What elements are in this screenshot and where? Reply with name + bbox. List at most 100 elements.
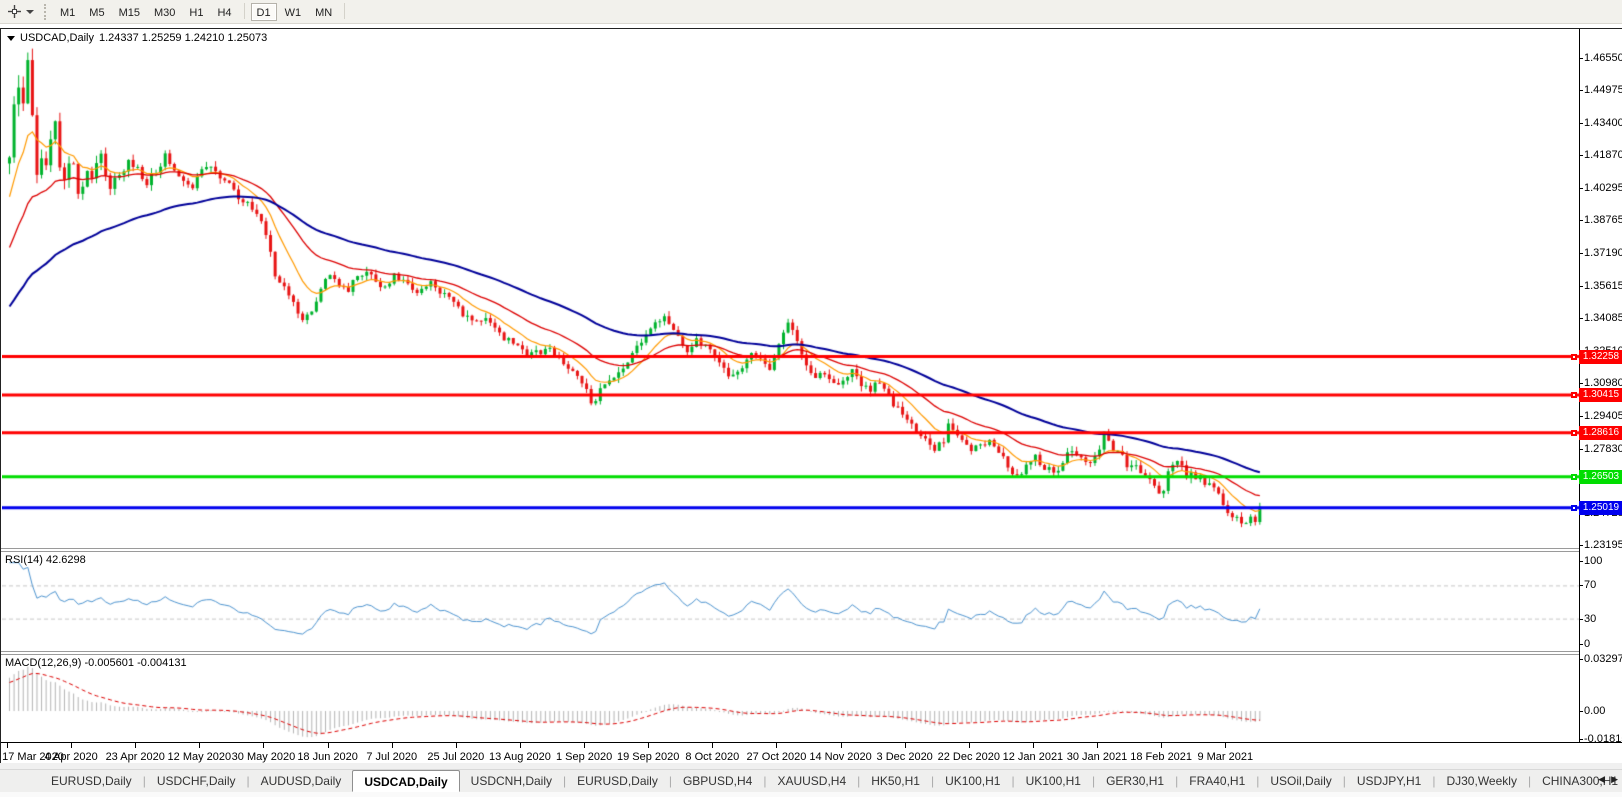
price-tick-label: 1.43400 [1584,117,1622,130]
date-label: 12 Jan 2021 [1003,751,1064,763]
tab-usdcad-daily[interactable]: USDCAD,Daily [352,770,459,792]
date-label: 4 Apr 2020 [45,751,98,763]
date-tick [969,743,970,748]
price-tick-label: 1.35615 [1584,280,1622,293]
date-axis-line [1,742,1622,743]
main-chart-canvas[interactable] [2,29,1579,548]
price-tick-label: 1.29405 [1584,410,1622,423]
chart-ohlc-values: 1.24337 1.25259 1.24210 1.25073 [99,32,267,44]
chart-title: USDCAD,Daily 1.24337 1.25259 1.24210 1.2… [7,32,267,44]
tab-ger30-h1[interactable]: GER30,H1 [1095,770,1175,792]
timeframe-h4-button[interactable]: H4 [211,3,237,21]
date-label: 8 Oct 2020 [685,751,739,763]
tab-scroll-left-icon[interactable]: ◀ [1598,774,1605,785]
hline-tag-1.32258[interactable]: 1.32258 [1579,350,1622,364]
date-tick [1033,743,1034,748]
hline-anchor[interactable] [1571,392,1577,398]
toolbar-grip[interactable] [44,4,47,20]
macd-pane-separator[interactable] [1,651,1579,655]
crosshair-icon [8,5,21,18]
tab-eurusd-daily[interactable]: EURUSD,Daily [40,770,143,792]
date-tick [712,743,713,748]
timeframe-m5-button[interactable]: M5 [83,3,110,21]
tab-uk100-h1[interactable]: UK100,H1 [934,770,1011,792]
date-label: 30 Jan 2021 [1067,751,1128,763]
date-label: 12 May 2020 [168,751,232,763]
tab-usdcnh-daily[interactable]: USDCNH,Daily [460,770,563,792]
date-label: 3 Dec 2020 [877,751,933,763]
price-tick-label: 1.23195 [1584,539,1622,552]
tab-usdjpy-h1[interactable]: USDJPY,H1 [1346,770,1432,792]
date-tick [1225,743,1226,748]
tab-xauusd-h4[interactable]: XAUUSD,H4 [766,770,857,792]
tab-eurusd-daily[interactable]: EURUSD,Daily [566,770,669,792]
tool-dropdown-button[interactable] [24,3,36,21]
date-label: 1 Sep 2020 [556,751,612,763]
date-tick [1097,743,1098,748]
tab-scroll-buttons: ◀ ▶ [1598,774,1618,785]
status-strip [0,792,1622,797]
chevron-down-icon [26,10,34,14]
tab-dj30-weekly[interactable]: DJ30,Weekly [1435,770,1527,792]
date-label: 18 Jun 2020 [297,751,358,763]
timeframe-m1-button[interactable]: M1 [54,3,81,21]
tab-usoil-daily[interactable]: USOil,Daily [1259,770,1342,792]
tab-hk50-h1[interactable]: HK50,H1 [860,770,931,792]
date-label: 22 Dec 2020 [938,751,1000,763]
timeframe-h1-button[interactable]: H1 [183,3,209,21]
date-tick [905,743,906,748]
rsi-pane-canvas[interactable] [2,552,1579,651]
toolbar-separator [244,3,245,19]
macd-tick-label: 0.032972 [1584,653,1622,666]
hline-tag-1.30415[interactable]: 1.30415 [1579,388,1622,402]
timeframe-m15-button[interactable]: M15 [113,3,146,21]
tab-scroll-right-icon[interactable]: ▶ [1611,774,1618,785]
date-tick [328,743,329,748]
top-toolbar: M1M5M15M30H1H4 D1W1MN [0,0,1622,24]
date-tick [71,743,72,748]
tab-audusd-daily[interactable]: AUDUSD,Daily [250,770,353,792]
date-label: 18 Feb 2021 [1130,751,1192,763]
date-label: 13 Aug 2020 [489,751,551,763]
tab-gbpusd-h4[interactable]: GBPUSD,H4 [672,770,763,792]
date-label: 25 Jul 2020 [427,751,484,763]
chart-tab-bar: EURUSD,Daily|USDCHF,Daily|AUDUSD,DailyUS… [0,769,1622,792]
timeframe-mn-button[interactable]: MN [309,3,338,21]
date-tick [776,743,777,748]
hline-anchor[interactable] [1571,430,1577,436]
rsi-tick-label: 100 [1584,555,1602,568]
date-tick [263,743,264,748]
hline-tag-1.26503[interactable]: 1.26503 [1579,470,1622,484]
hline-anchor[interactable] [1571,354,1577,360]
tab-fra40-h1[interactable]: FRA40,H1 [1178,770,1256,792]
price-tick-label: 1.41870 [1584,149,1622,162]
tab-usdchf-daily[interactable]: USDCHF,Daily [146,770,247,792]
toolbar-separator [344,3,345,19]
tab-uk100-h1[interactable]: UK100,H1 [1015,770,1092,792]
hline-anchor[interactable] [1571,474,1577,480]
date-tick [456,743,457,748]
crosshair-tool-button[interactable] [4,3,24,21]
hline-tag-1.28616[interactable]: 1.28616 [1579,426,1622,440]
price-tick-label: 1.46550 [1584,52,1622,65]
timeframe-m30-button[interactable]: M30 [148,3,181,21]
timeframe-d1-button[interactable]: D1 [251,3,277,21]
rsi-indicator-label: RSI(14) 42.6298 [5,554,86,566]
rsi-tick-label: 30 [1584,613,1596,626]
date-tick [648,743,649,748]
macd-pane-canvas[interactable] [2,655,1579,742]
rsi-pane-separator[interactable] [1,548,1579,552]
hline-tag-1.25019[interactable]: 1.25019 [1579,501,1622,515]
date-label: 30 May 2020 [232,751,296,763]
price-tick-label: 1.38765 [1584,214,1622,227]
hline-anchor[interactable] [1571,505,1577,511]
date-tick [7,743,8,748]
rsi-tick-label: 0 [1584,638,1590,651]
chart-window: USDCAD,Daily 1.24337 1.25259 1.24210 1.2… [0,28,1622,763]
date-label: 19 Sep 2020 [617,751,679,763]
rsi-tick-label: 70 [1584,579,1596,592]
chart-dropdown-icon[interactable] [7,36,15,41]
macd-indicator-label: MACD(12,26,9) -0.005601 -0.004131 [5,657,187,669]
timeframe-w1-button[interactable]: W1 [279,3,308,21]
macd-tick-label: 0.00 [1584,705,1605,718]
